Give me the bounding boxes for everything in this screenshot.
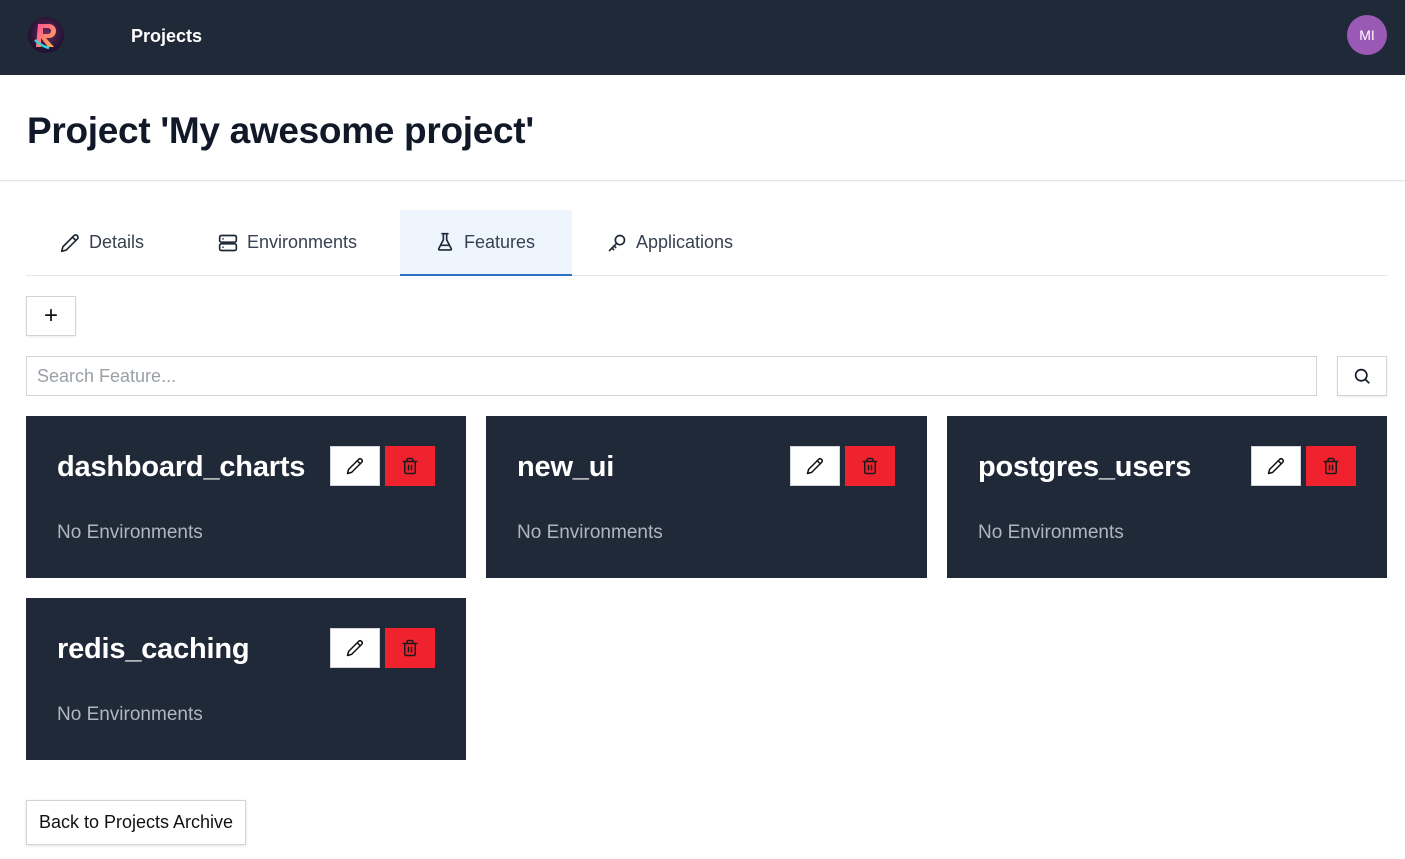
page-title: Project 'My awesome project' xyxy=(27,110,534,151)
search-feature-input[interactable] xyxy=(26,356,1317,396)
feature-environments: No Environments xyxy=(57,704,203,725)
pencil-icon xyxy=(346,639,364,657)
app-logo[interactable] xyxy=(27,16,65,54)
server-icon xyxy=(218,233,238,253)
search-icon xyxy=(1353,367,1371,385)
feature-environments: No Environments xyxy=(517,522,663,543)
feature-card: new_ui No Environments xyxy=(486,416,927,578)
tab-applications-label: Applications xyxy=(636,232,734,252)
feature-name: postgres_users xyxy=(978,451,1192,483)
back-to-projects-archive-button[interactable]: Back to Projects Archive xyxy=(26,800,246,845)
feature-card: dashboard_charts No Environments xyxy=(26,416,466,578)
feature-card: postgres_users No Environments xyxy=(947,416,1387,578)
pencil-icon xyxy=(60,233,80,253)
trash-icon xyxy=(861,457,879,475)
project-tabs: Details Environments Features Applicatio… xyxy=(26,210,1387,276)
delete-feature-button[interactable] xyxy=(1306,446,1356,486)
feature-environments: No Environments xyxy=(57,522,203,543)
feature-environments: No Environments xyxy=(978,522,1124,543)
delete-feature-button[interactable] xyxy=(385,446,435,486)
trash-icon xyxy=(401,639,419,657)
edit-feature-button[interactable] xyxy=(790,446,840,486)
feature-card: redis_caching No Environments xyxy=(26,598,466,760)
tab-environments-label: Environments xyxy=(247,232,358,252)
flask-icon xyxy=(435,232,455,252)
pencil-icon xyxy=(806,457,824,475)
pencil-icon xyxy=(346,457,364,475)
user-avatar[interactable]: MI xyxy=(1347,15,1387,55)
nav-projects-link[interactable]: Projects xyxy=(131,26,202,47)
feature-name: new_ui xyxy=(517,451,615,483)
page-header: Project 'My awesome project' xyxy=(0,75,1405,181)
pencil-icon xyxy=(1267,457,1285,475)
trash-icon xyxy=(401,457,419,475)
tab-applications[interactable]: Applications xyxy=(572,210,772,275)
key-icon xyxy=(607,233,627,253)
delete-feature-button[interactable] xyxy=(385,628,435,668)
top-navbar: Projects MI xyxy=(0,0,1405,75)
feature-name: redis_caching xyxy=(57,633,250,665)
tab-features[interactable]: Features xyxy=(400,210,572,276)
tab-details-label: Details xyxy=(89,232,145,252)
delete-feature-button[interactable] xyxy=(845,446,895,486)
search-button[interactable] xyxy=(1337,356,1387,396)
tab-features-label: Features xyxy=(464,231,536,252)
edit-feature-button[interactable] xyxy=(330,628,380,668)
edit-feature-button[interactable] xyxy=(1251,446,1301,486)
tab-environments[interactable]: Environments xyxy=(184,210,398,275)
add-feature-button[interactable]: + xyxy=(26,296,76,336)
edit-feature-button[interactable] xyxy=(330,446,380,486)
tab-details[interactable]: Details xyxy=(26,210,176,275)
feature-name: dashboard_charts xyxy=(57,451,306,483)
trash-icon xyxy=(1322,457,1340,475)
